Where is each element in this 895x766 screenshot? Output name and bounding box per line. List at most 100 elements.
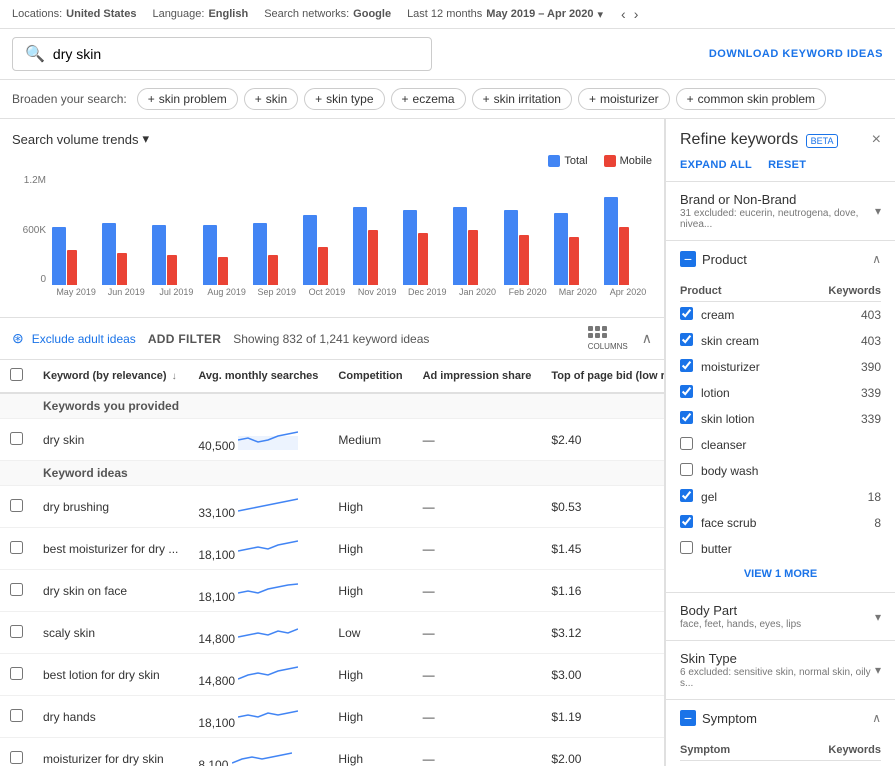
filter-row-dryness: dryness69 <box>680 761 881 766</box>
filter-checkbox-butter[interactable] <box>680 541 693 554</box>
filter-row-lotion: lotion339 <box>680 380 881 406</box>
collapse-button[interactable]: ∧ <box>642 330 652 347</box>
download-button[interactable]: DOWNLOAD KEYWORD IDEAS <box>709 48 883 60</box>
tag-chip-skin-problem[interactable]: +skin problem <box>137 88 238 110</box>
tag-chip-common-skin-problem[interactable]: +common skin problem <box>676 88 826 110</box>
brand-section-header[interactable]: Brand or Non-Brand 31 excluded: eucerin,… <box>666 182 895 240</box>
tag-chip-eczema[interactable]: +eczema <box>391 88 466 110</box>
symptom-section-header[interactable]: − Symptom ∧ <box>666 700 895 736</box>
row-checkbox[interactable] <box>10 583 23 596</box>
bodypart-section-header[interactable]: Body Part face, feet, hands, eyes, lips … <box>666 593 895 640</box>
showing-text: Showing 832 of 1,241 keyword ideas <box>233 332 429 346</box>
symptom-minus-icon: − <box>680 710 696 726</box>
filter-row-butter: butter <box>680 536 881 562</box>
filter-row-skincream: skin cream403 <box>680 328 881 354</box>
row-checkbox[interactable] <box>10 667 23 680</box>
symptom-section-body: Symptom Keywords dryness69 itching Other <box>666 736 895 766</box>
bar-group-1 <box>102 223 150 285</box>
legend-mobile-dot <box>604 155 616 167</box>
bar-blue-0 <box>52 227 66 285</box>
chart-section: Search volume trends ▾ Total Mobile 1.2M… <box>0 119 664 318</box>
next-date-button[interactable]: › <box>632 6 641 22</box>
filter-row-facescrub: face scrub8 <box>680 510 881 536</box>
exclude-adult-link[interactable]: Exclude adult ideas <box>32 332 136 346</box>
row-checkbox[interactable] <box>10 709 23 722</box>
tag-chip-skin-irritation[interactable]: +skin irritation <box>472 88 572 110</box>
filter-checkbox-cleanser[interactable] <box>680 437 693 450</box>
view-more-product[interactable]: VIEW 1 MORE <box>680 562 881 582</box>
search-input[interactable] <box>53 46 419 62</box>
top-bar: Locations: United States Language: Engli… <box>0 0 895 29</box>
search-input-wrap: 🔍 <box>12 37 432 71</box>
row-checkbox[interactable] <box>10 541 23 554</box>
section-header-provided: Keywords you provided <box>0 393 664 419</box>
bar-red-2 <box>167 255 177 285</box>
add-filter-button[interactable]: ADD FILTER <box>148 332 221 346</box>
filter-row-skinlotion: skin lotion339 <box>680 406 881 432</box>
filter-row-gel: gel18 <box>680 484 881 510</box>
bodypart-chevron: ▾ <box>875 610 881 624</box>
product-filter-table: Product Keywords cream403 skin cream403 … <box>680 281 881 562</box>
date-range[interactable]: Last 12 months May 2019 – Apr 2020 ▾ <box>407 8 603 21</box>
row-checkbox[interactable] <box>10 751 23 764</box>
th-competition[interactable]: Competition <box>328 360 412 393</box>
th-keyword[interactable]: Keyword (by relevance) ↓ <box>33 360 188 393</box>
th-impression[interactable]: Ad impression share <box>413 360 542 393</box>
product-section-header[interactable]: − Product ∧ <box>666 241 895 277</box>
bar-group-3 <box>203 225 251 285</box>
th-searches[interactable]: Avg. monthly searches <box>188 360 328 393</box>
skintype-section-header[interactable]: Skin Type 6 excluded: sensitive skin, no… <box>666 641 895 699</box>
row-checkbox[interactable] <box>10 625 23 638</box>
bar-red-9 <box>519 235 529 285</box>
bar-red-1 <box>117 253 127 285</box>
chart-title[interactable]: Search volume trends ▾ <box>12 131 652 147</box>
toolbar: ⊛ Exclude adult ideas ADD FILTER Showing… <box>0 318 664 360</box>
table-row: dry skin on face 18,100 High—$1.16$3.76 <box>0 570 664 612</box>
reset-link[interactable]: RESET <box>768 159 806 171</box>
tag-chip-skin-type[interactable]: +skin type <box>304 88 384 110</box>
bar-blue-8 <box>453 207 467 285</box>
refine-section-skintype: Skin Type 6 excluded: sensitive skin, no… <box>666 641 895 700</box>
filter-checkbox-skin-cream[interactable] <box>680 333 693 346</box>
tag-chip-skin[interactable]: +skin <box>244 88 298 110</box>
filter-icon[interactable]: ⊛ <box>12 330 24 347</box>
tag-chip-moisturizer[interactable]: +moisturizer <box>578 88 670 110</box>
legend-mobile: Mobile <box>604 155 652 167</box>
refine-section-symptom: − Symptom ∧ Symptom Keywords dryness69 <box>666 700 895 766</box>
close-button[interactable]: × <box>872 131 881 149</box>
language-info: Language: English <box>152 8 248 20</box>
right-actions: EXPAND ALL RESET <box>666 155 895 182</box>
columns-button[interactable]: COLUMNS <box>588 326 628 351</box>
bar-group-8 <box>453 207 501 285</box>
table-row: best moisturizer for dry ... 18,100 High… <box>0 528 664 570</box>
row-checkbox[interactable] <box>10 499 23 512</box>
row-checkbox[interactable] <box>10 432 23 445</box>
select-all-checkbox[interactable] <box>10 368 23 381</box>
prev-date-button[interactable]: ‹ <box>619 6 628 22</box>
right-panel: Refine keywords BETA × EXPAND ALL RESET … <box>665 119 895 766</box>
bar-red-6 <box>368 230 378 285</box>
bar-chart: 1.2M 600K 0 <box>12 175 652 305</box>
bar-blue-7 <box>403 210 417 285</box>
filter-row-cleanser: cleanser <box>680 432 881 458</box>
filter-checkbox-skin-lotion[interactable] <box>680 411 693 424</box>
bar-blue-6 <box>353 207 367 285</box>
expand-all-link[interactable]: EXPAND ALL <box>680 159 752 171</box>
filter-checkbox-face-scrub[interactable] <box>680 515 693 528</box>
search-icon: 🔍 <box>25 44 45 64</box>
filter-checkbox-moisturizer[interactable] <box>680 359 693 372</box>
keyword-table-wrap: Keyword (by relevance) ↓ Avg. monthly se… <box>0 360 664 766</box>
broaden-label: Broaden your search: <box>12 92 127 106</box>
filter-checkbox-cream[interactable] <box>680 307 693 320</box>
th-bid-low[interactable]: Top of page bid (low range) <box>541 360 664 393</box>
brand-chevron: ▾ <box>875 204 881 218</box>
filter-checkbox-body-wash[interactable] <box>680 463 693 476</box>
filter-row-cream: cream403 <box>680 302 881 329</box>
bar-blue-11 <box>604 197 618 285</box>
bar-blue-1 <box>102 223 116 285</box>
product-chevron: ∧ <box>872 252 881 266</box>
filter-checkbox-lotion[interactable] <box>680 385 693 398</box>
filter-checkbox-gel[interactable] <box>680 489 693 502</box>
bar-blue-9 <box>504 210 518 285</box>
bar-red-10 <box>569 237 579 285</box>
